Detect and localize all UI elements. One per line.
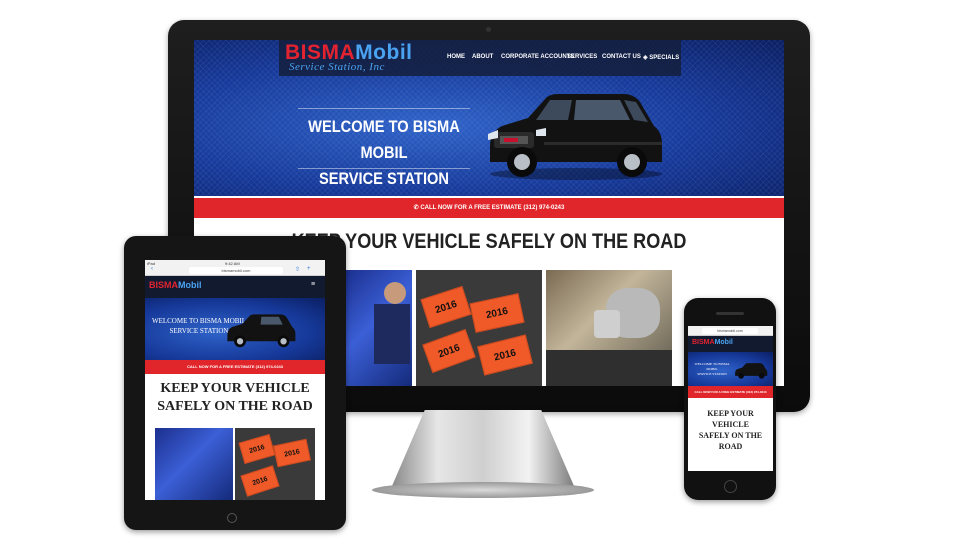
phone-hero-line1: WELCOME TO BISMA MOBIL	[694, 362, 730, 371]
sticker-3: 2016	[422, 329, 476, 373]
nav-home[interactable]: HOME	[447, 54, 465, 60]
tablet-browser-bar: iPad 9:42 AM ‹ bismamobil.com ⇧ +	[145, 260, 325, 276]
photo-inspection-stickers: 2016 2016 2016 2016	[416, 270, 542, 386]
phone-home-button[interactable]	[724, 480, 737, 493]
nav-specials-label: SPECIALS	[649, 55, 680, 61]
tablet-url-field[interactable]: bismamobil.com	[189, 267, 283, 274]
phone-section-line2: VEHICLE	[712, 420, 749, 429]
phone-hero-title: WELCOME TO BISMA MOBIL SERVICE STATION	[689, 362, 735, 377]
hero-title: WELCOME TO BISMA MOBIL SERVICE STATION	[289, 114, 478, 192]
hero-title-line1: WELCOME TO BISMA MOBIL	[308, 117, 460, 162]
phone-logo-secondary: Mobil	[714, 339, 733, 346]
nav-contact-us[interactable]: CONTACT US	[602, 54, 641, 60]
phone-url-field[interactable]: bismamobil.com	[702, 328, 758, 334]
phone-call-bar[interactable]: CALL NOW FOR A FREE ESTIMATE (312) 974-0…	[688, 386, 773, 398]
tablet-call-bar[interactable]: CALL NOW FOR A FREE ESTIMATE (312) 974-0…	[145, 360, 325, 374]
phone-logo-primary: BISMA	[692, 339, 715, 346]
painter-figure	[384, 282, 406, 304]
monitor-stand-base	[372, 482, 594, 498]
tag-icon: ◈	[643, 55, 648, 61]
phone-site-header: BISMAMobil	[688, 336, 773, 352]
tablet-section-line2: SAFELY ON THE ROAD	[157, 399, 313, 414]
phone-section-line4: ROAD	[718, 442, 743, 451]
tablet-sticker-2: 2016	[273, 438, 311, 468]
suv-image	[488, 94, 662, 180]
hero-divider-top	[298, 108, 470, 109]
sticker-year-1: 2016	[433, 298, 459, 316]
nav-about[interactable]: ABOUT	[472, 54, 493, 60]
sticker-4: 2016	[477, 334, 533, 376]
call-now-bar[interactable]: ✆ CALL NOW FOR A FREE ESTIMATE (312) 974…	[194, 198, 784, 218]
sticker-2: 2016	[469, 293, 525, 333]
tool-part	[594, 310, 620, 338]
sticker-year-4: 2016	[492, 346, 518, 364]
tablet-photo-stickers: 2016 2016 2016	[235, 428, 315, 500]
tablet-logo-primary: BISMA	[149, 280, 178, 290]
photo-mechanic-tools	[546, 270, 672, 386]
tablet-section-line1: KEEP YOUR VEHICLE	[160, 381, 310, 396]
phone-hero-line2: SERVICE STATION	[697, 372, 727, 376]
sticker-year-3: 2016	[436, 342, 462, 360]
tablet-status-time: 9:42 AM	[225, 261, 240, 266]
sticker-year-2: 2016	[484, 305, 510, 321]
painter-body	[374, 304, 410, 364]
menu-icon[interactable]: ≡	[311, 281, 315, 288]
back-icon[interactable]: ‹	[151, 266, 153, 272]
phone-suv-image	[735, 363, 768, 379]
tablet-logo-secondary: Mobil	[178, 280, 202, 290]
share-icon[interactable]: ⇧	[295, 266, 300, 273]
tablet-photo-painting	[155, 428, 233, 500]
phone-call-text: CALL NOW FOR A FREE ESTIMATE (312) 974-0…	[694, 390, 767, 394]
nav-specials[interactable]: ◈ SPECIALS	[643, 54, 679, 61]
tablet-home-button[interactable]	[227, 513, 237, 523]
nav-corporate-accounts[interactable]: CORPORATE ACCOUNTS	[501, 54, 574, 60]
engine-floor	[546, 350, 672, 386]
tablet-logo[interactable]: BISMAMobil	[149, 280, 202, 290]
tablet-section-title: KEEP YOUR VEHICLE SAFELY ON THE ROAD	[145, 380, 325, 416]
phone-section-line1: KEEP YOUR	[707, 409, 754, 418]
tablet-sticker-1: 2016	[238, 434, 276, 464]
sticker-1: 2016	[420, 285, 472, 329]
phone-hero: WELCOME TO BISMA MOBIL SERVICE STATION	[688, 352, 773, 386]
tablet-sticker-year-1: 2016	[248, 443, 266, 455]
phone-logo[interactable]: BISMAMobil	[692, 339, 733, 346]
tablet-suv-image	[227, 314, 296, 348]
tablet-sticker-3: 2016	[240, 465, 280, 497]
call-now-text: CALL NOW FOR A FREE ESTIMATE (312) 974-0…	[420, 205, 565, 211]
logo-subtitle: Service Station, Inc	[289, 61, 385, 73]
hero-title-line2: SERVICE STATION	[319, 169, 449, 188]
monitor-stand	[392, 410, 574, 486]
phone-section-line3: SAFELY ON THE	[698, 431, 763, 440]
hero-divider-bottom	[298, 168, 470, 169]
phone-speaker	[716, 312, 744, 315]
photo-car-painting	[344, 270, 412, 386]
phone-icon: ✆	[413, 205, 419, 211]
tablet-screen: iPad 9:42 AM ‹ bismamobil.com ⇧ + BISMAM…	[145, 260, 325, 500]
phone-browser-bar: bismamobil.com	[688, 326, 773, 336]
new-tab-icon[interactable]: +	[307, 266, 311, 272]
site-header: BISMAMobil Service Station, Inc HOME ABO…	[279, 40, 681, 76]
phone-screen: bismamobil.com BISMAMobil WELCOME TO BIS…	[688, 326, 773, 471]
tablet-hero: WELCOME TO BISMA MOBIL SERVICE STATION	[145, 298, 325, 360]
tablet-site-header: BISMAMobil ≡	[145, 276, 325, 298]
phone-section-title: KEEP YOUR VEHICLE SAFELY ON THE ROAD	[688, 408, 773, 452]
tablet-call-text: CALL NOW FOR A FREE ESTIMATE (312) 974-0…	[186, 364, 284, 369]
tablet-sticker-year-2: 2016	[283, 447, 301, 459]
nav-services[interactable]: SERVICES	[567, 54, 597, 60]
tablet-sticker-year-3: 2016	[251, 475, 269, 487]
camera-icon	[486, 27, 491, 32]
